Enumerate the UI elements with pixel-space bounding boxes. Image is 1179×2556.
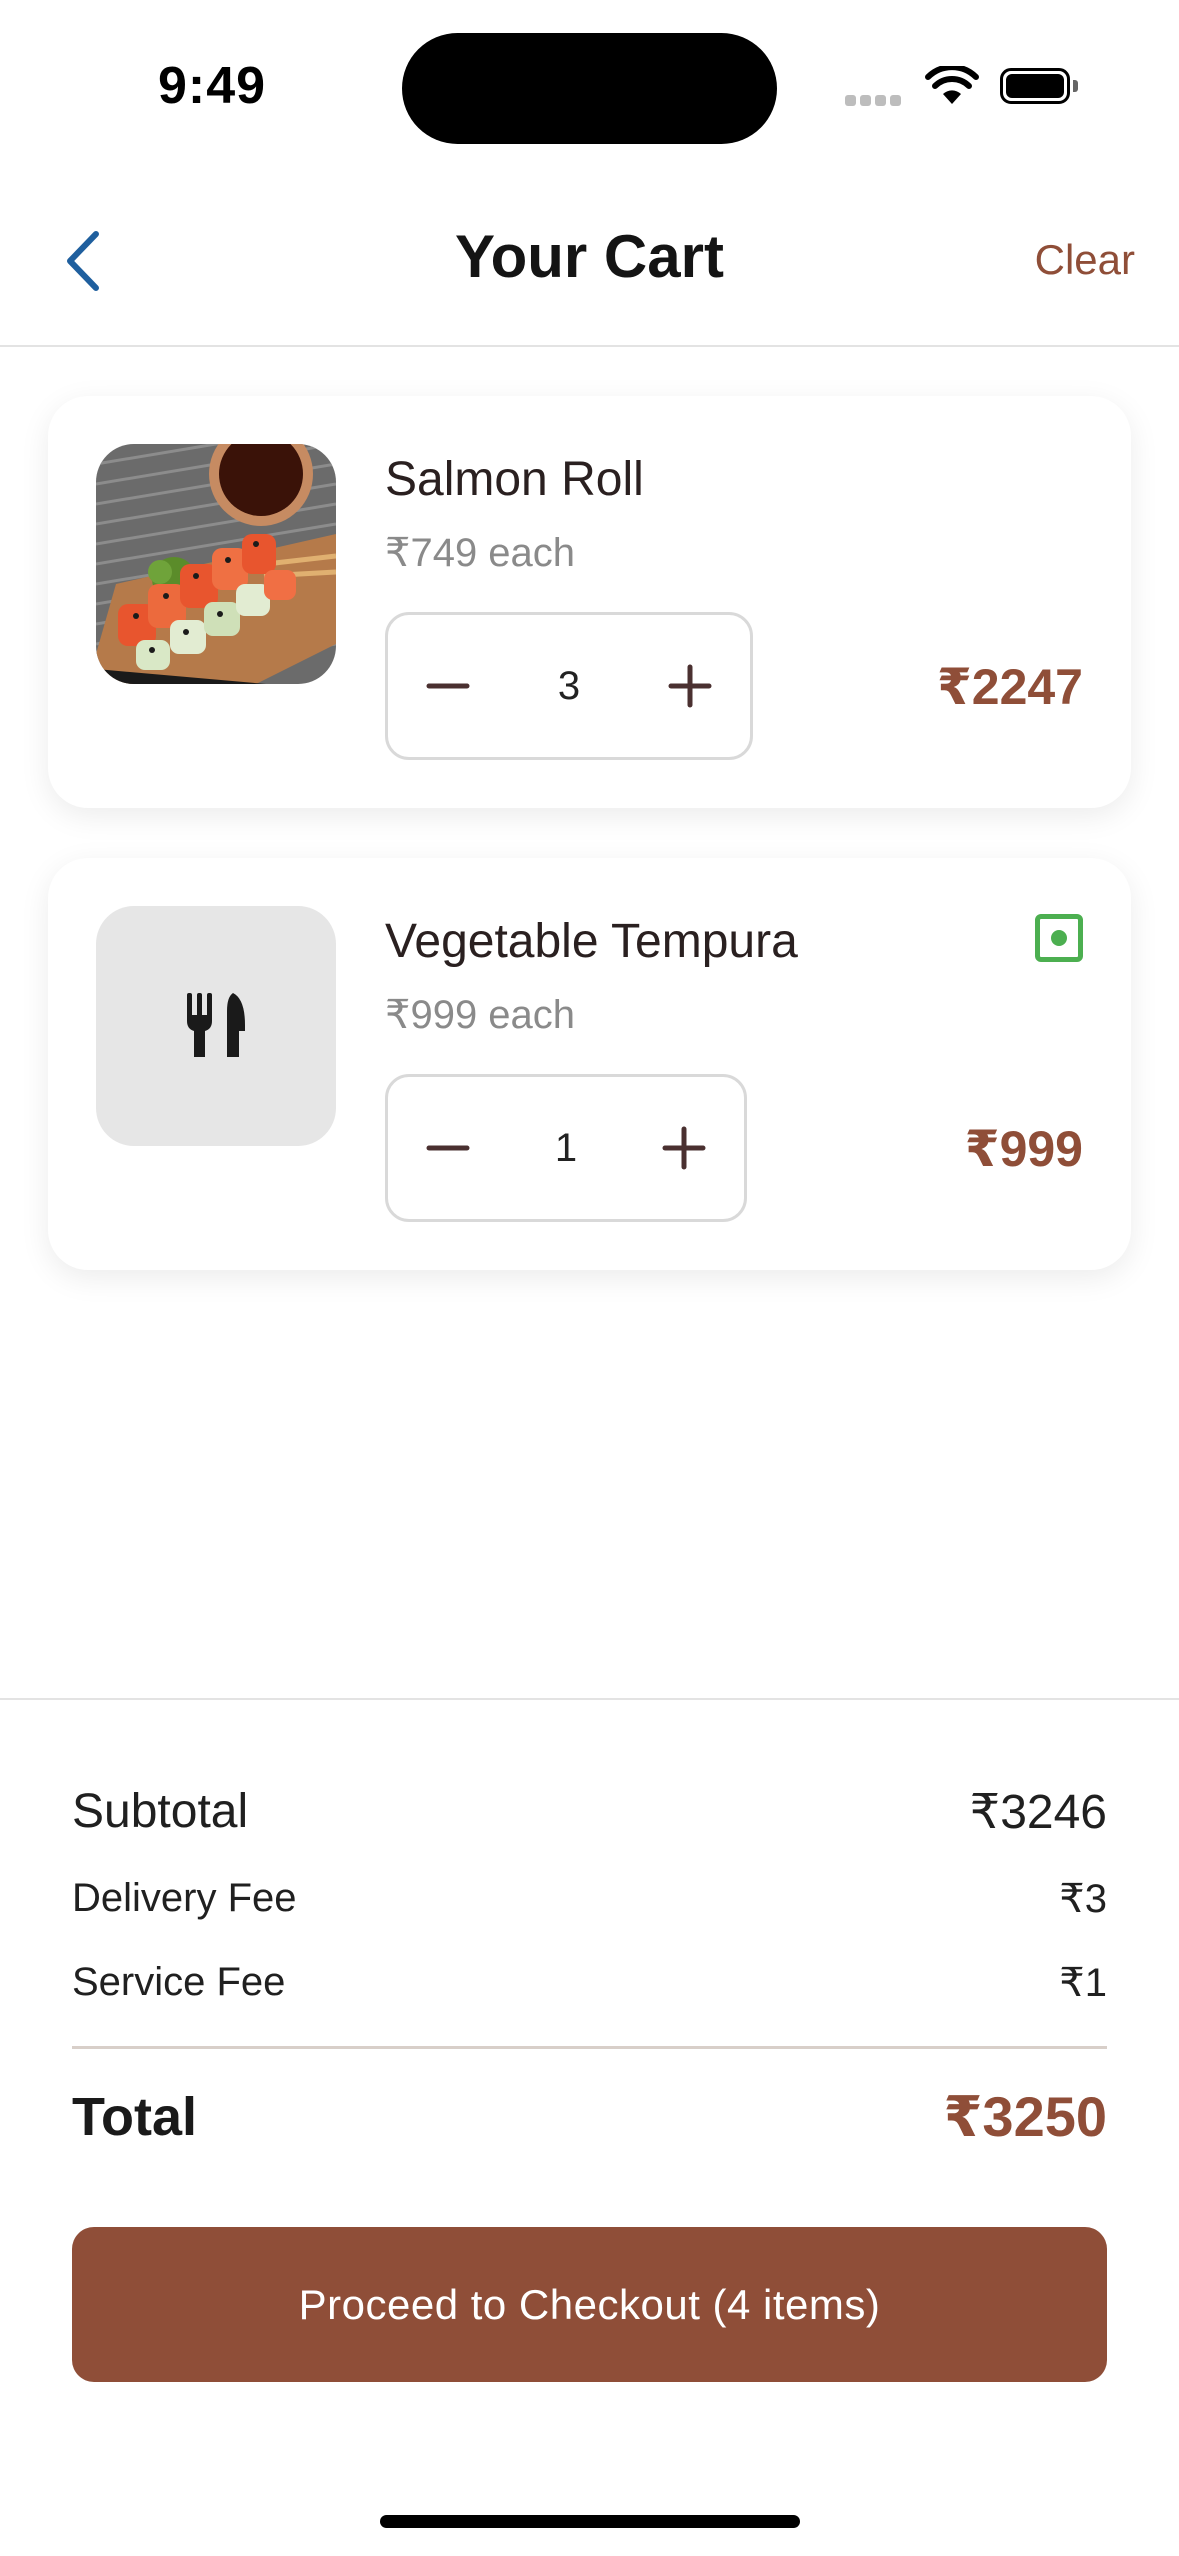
home-indicator[interactable] <box>380 2515 800 2528</box>
subtotal-value: ₹3246 <box>969 1786 1107 1839</box>
clear-cart-button[interactable]: Clear <box>1035 236 1135 284</box>
page-title: Your Cart <box>455 223 724 290</box>
service-fee-value: ₹1 <box>1059 1961 1107 2005</box>
total-label: Total <box>72 2087 197 2147</box>
utensils-icon <box>187 993 245 1057</box>
wifi-icon <box>925 64 979 111</box>
item-name: Vegetable Tempura <box>385 915 798 968</box>
increase-quantity-button[interactable] <box>630 615 750 757</box>
checkout-button[interactable]: Proceed to Checkout (4 items) <box>72 2227 1107 2382</box>
minus-icon <box>426 1145 470 1151</box>
decrease-quantity-button[interactable] <box>388 615 508 757</box>
decrease-quantity-button[interactable] <box>388 1077 508 1219</box>
item-unit-price: ₹999 each <box>385 993 576 1037</box>
status-time: 9:49 <box>158 57 267 115</box>
item-line-total: ₹2247 <box>936 659 1083 715</box>
plus-icon <box>662 1126 706 1170</box>
delivery-fee-value: ₹3 <box>1059 1877 1107 1921</box>
item-unit-price: ₹749 each <box>385 531 576 575</box>
plus-icon <box>668 664 712 708</box>
increase-quantity-button[interactable] <box>624 1077 744 1219</box>
quantity-value: 3 <box>557 663 581 708</box>
quantity-value: 1 <box>554 1125 578 1170</box>
total-rule <box>72 2046 1107 2049</box>
dynamic-island <box>402 33 777 144</box>
cart-item-card: Salmon Roll ₹749 each 3 ₹2247 <box>48 396 1131 808</box>
service-fee-label: Service Fee <box>72 1960 286 2004</box>
veg-indicator-icon <box>1035 914 1083 962</box>
header-divider <box>0 345 1179 347</box>
minus-icon <box>426 683 470 689</box>
battery-tip <box>1073 80 1078 92</box>
quantity-stepper: 3 <box>385 612 753 760</box>
battery-icon <box>1000 68 1070 104</box>
item-image-placeholder <box>96 906 336 1146</box>
total-value: ₹3250 <box>943 2085 1107 2148</box>
item-image <box>96 444 336 684</box>
subtotal-label: Subtotal <box>72 1785 249 1838</box>
delivery-fee-label: Delivery Fee <box>72 1876 297 1920</box>
quantity-stepper: 1 <box>385 1074 747 1222</box>
item-name: Salmon Roll <box>385 453 644 506</box>
cellular-signal-icon <box>845 93 905 111</box>
cart-item-card: Vegetable Tempura ₹999 each 1 ₹999 <box>48 858 1131 1270</box>
summary-divider <box>0 1698 1179 1700</box>
item-line-total: ₹999 <box>964 1121 1083 1177</box>
